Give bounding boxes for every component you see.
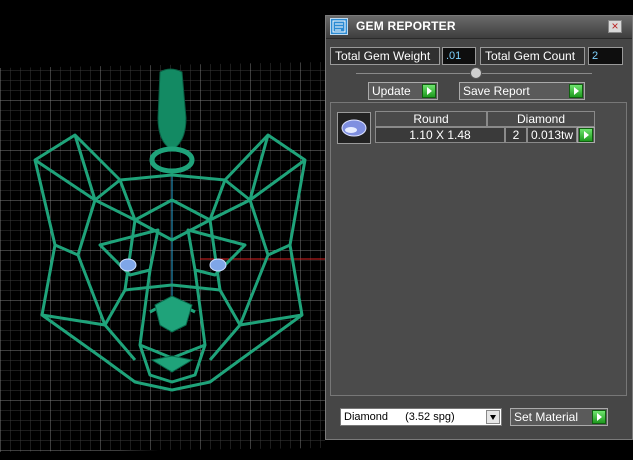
gem-thumbnail-icon[interactable] bbox=[337, 112, 371, 144]
material-select[interactable]: Diamond (3.52 spg) bbox=[340, 408, 502, 426]
material-select-spg: (3.52 spg) bbox=[405, 411, 455, 423]
gem-list: Round Diamond 1.10 X 1.48 2 0.013tw bbox=[330, 102, 627, 396]
total-gem-weight-value: .01 bbox=[442, 47, 476, 65]
update-button[interactable]: Update bbox=[368, 82, 438, 100]
dropdown-arrow-icon bbox=[486, 410, 500, 424]
material-select-name: Diamond bbox=[344, 411, 389, 423]
gem-weight-cell: 0.013tw bbox=[527, 127, 577, 143]
gem-material-header: Diamond bbox=[487, 111, 595, 127]
save-report-button[interactable]: Save Report bbox=[459, 82, 585, 100]
gem-size-cell: 1.10 X 1.48 bbox=[375, 127, 505, 143]
app-icon bbox=[330, 18, 348, 35]
gem-reporter-panel: GEM REPORTER × Total Gem Weight .01 Tota… bbox=[325, 15, 633, 440]
gem-shape-header: Round bbox=[375, 111, 487, 127]
splitter-handle[interactable] bbox=[470, 67, 482, 79]
gem-row-go-button[interactable] bbox=[577, 127, 595, 143]
update-button-label: Update bbox=[372, 84, 411, 98]
go-arrow-icon bbox=[579, 128, 593, 142]
set-material-button[interactable]: Set Material bbox=[510, 408, 608, 426]
close-icon[interactable]: × bbox=[608, 20, 622, 33]
gem-count-cell: 2 bbox=[505, 127, 527, 143]
go-arrow-icon bbox=[422, 84, 436, 98]
panel-titlebar[interactable]: GEM REPORTER × bbox=[326, 16, 632, 39]
go-arrow-icon bbox=[592, 410, 606, 424]
set-material-button-label: Set Material bbox=[514, 410, 579, 424]
total-gem-count-value: 2 bbox=[588, 47, 623, 65]
save-report-button-label: Save Report bbox=[463, 84, 530, 98]
total-gem-weight-label: Total Gem Weight bbox=[330, 47, 440, 65]
total-gem-count-label: Total Gem Count bbox=[480, 47, 585, 65]
go-arrow-icon bbox=[569, 84, 583, 98]
panel-title: GEM REPORTER bbox=[356, 19, 456, 33]
